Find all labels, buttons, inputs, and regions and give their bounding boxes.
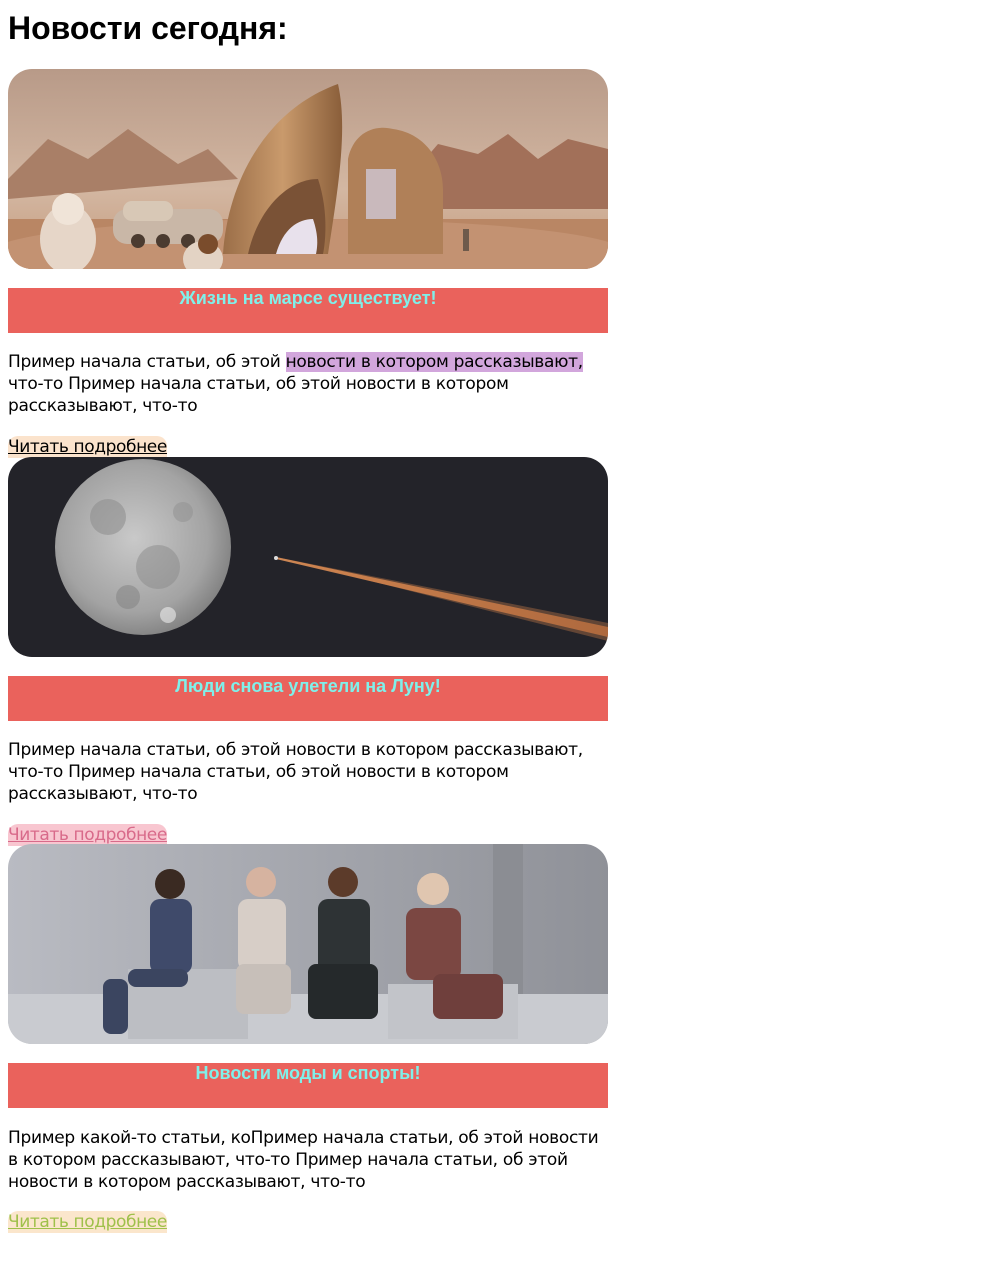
- page-title: Новости сегодня:: [8, 10, 288, 46]
- read-more-link[interactable]: Читать подробнее: [8, 1211, 167, 1233]
- mars-habitat-image: [8, 69, 608, 269]
- article-text: Пример начала статьи, об этой новости в …: [8, 740, 583, 804]
- article-headline: Люди снова улетели на Луну!: [175, 676, 441, 696]
- article-text: Пример какой-то статьи, коПример начала …: [8, 1128, 599, 1192]
- headline-bar: Люди снова улетели на Луну!: [8, 676, 608, 721]
- read-more-link[interactable]: Читать подробнее: [8, 436, 167, 458]
- headline-bar: Жизнь на марсе существует!: [8, 288, 608, 333]
- article-headline: Новости моды и спорты!: [195, 1063, 421, 1083]
- article-text: Пример начала статьи, об этой новости в …: [8, 351, 608, 417]
- article-text-start: Пример начала статьи, об этой: [8, 352, 286, 372]
- moon-rocket-image: [8, 457, 608, 657]
- news-page: Новости сегодня: Жизнь на марсе существу…: [0, 0, 1002, 1276]
- article-text-end: что-то Пример начала статьи, об этой нов…: [8, 374, 509, 416]
- read-more-link[interactable]: Читать подробнее: [8, 824, 167, 846]
- article-headline: Жизнь на марсе существует!: [179, 288, 437, 308]
- headline-bar: Новости моды и спорты!: [8, 1063, 608, 1108]
- fashion-models-image: [8, 844, 608, 1044]
- article-text-highlight: новости в котором рассказывают,: [285, 352, 583, 372]
